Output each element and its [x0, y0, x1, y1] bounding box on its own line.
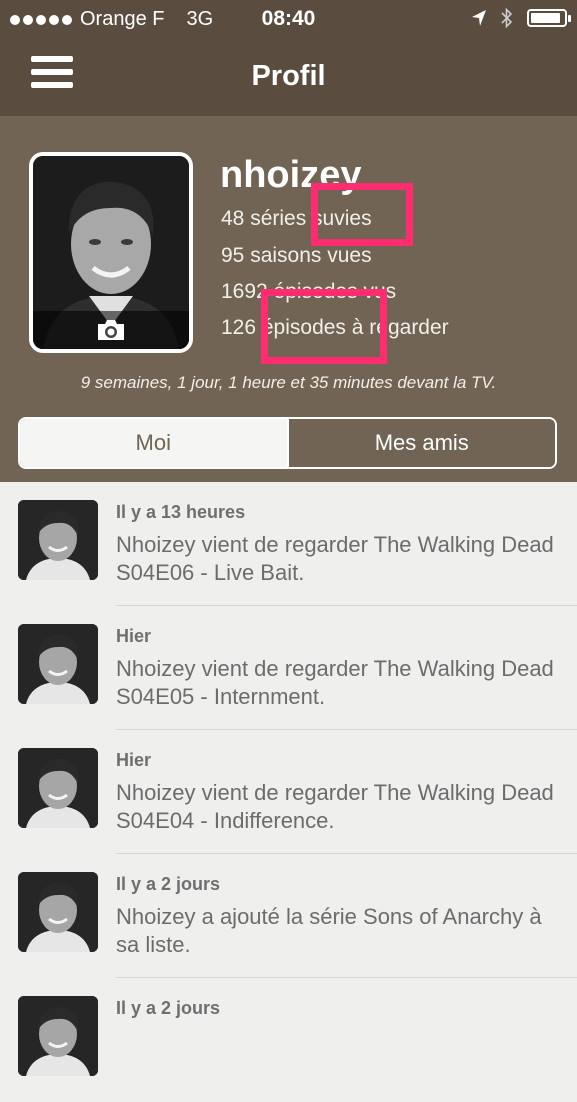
- list-item[interactable]: Il y a 13 heures Nhoizey vient de regard…: [0, 482, 577, 606]
- tab-me[interactable]: Moi: [20, 419, 287, 467]
- tv-time-summary: 9 semaines, 1 jour, 1 heure et 35 minute…: [80, 373, 497, 392]
- avatar: [18, 748, 98, 828]
- activity-time: Il y a 13 heures: [116, 502, 246, 522]
- nav-bar: Profil: [0, 38, 577, 116]
- activity-text: Nhoizey vient de regarder The Walking De…: [116, 656, 554, 709]
- profile-avatar[interactable]: [29, 152, 193, 353]
- page-title: Profil: [251, 60, 326, 92]
- activity-text: Nhoizey vient de regarder The Walking De…: [116, 532, 554, 585]
- list-item[interactable]: Il y a 2 jours Nhoizey a ajouté la série…: [0, 854, 577, 978]
- avatar: [18, 500, 98, 580]
- location-arrow-icon: [472, 10, 486, 26]
- activity-feed: Il y a 13 heures Nhoizey vient de regard…: [0, 482, 577, 1102]
- activity-time: Hier: [116, 750, 152, 770]
- list-item[interactable]: Hier Nhoizey vient de regarder The Walki…: [0, 606, 577, 730]
- highlight-box: [311, 183, 413, 246]
- activity-time: Il y a 2 jours: [116, 874, 221, 894]
- tab-friends[interactable]: Mes amis: [286, 419, 555, 467]
- change-photo-button[interactable]: [33, 311, 189, 349]
- activity-time: Il y a 2 jours: [116, 998, 221, 1018]
- avatar: [18, 872, 98, 952]
- profile-header: nhoizey 48 séries suvies 95 saisons vues…: [0, 116, 577, 482]
- highlight-box: [261, 289, 387, 364]
- avatar: [18, 624, 98, 704]
- avatar: [18, 996, 98, 1076]
- stat-seasons-watched: 95 saisons vues: [221, 244, 372, 267]
- activity-text: Nhoizey a ajouté la série Sons of Anarch…: [116, 904, 542, 957]
- activity-time: Hier: [116, 626, 152, 646]
- battery-icon: [527, 9, 571, 27]
- activity-text: Nhoizey vient de regarder The Walking De…: [116, 780, 554, 833]
- list-item[interactable]: Hier Nhoizey vient de regarder The Walki…: [0, 730, 577, 854]
- camera-icon: [98, 320, 124, 340]
- status-bar: Orange F 3G 08:40: [0, 0, 577, 38]
- segmented-control: Moi Mes amis: [18, 417, 557, 469]
- bluetooth-icon: [501, 7, 513, 29]
- list-item[interactable]: Il y a 2 jours: [0, 978, 577, 1102]
